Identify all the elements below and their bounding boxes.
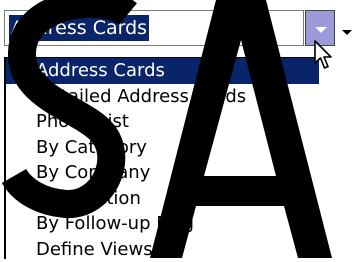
view-combobox[interactable]: Address Cards <box>4 10 357 46</box>
chevron-down-icon <box>315 27 327 33</box>
views-dropdown-list[interactable]: Address Cards Detailed Address Cards Pho… <box>4 57 319 259</box>
list-item-by-category[interactable]: By Category <box>6 135 319 161</box>
view-combobox-field[interactable]: Address Cards <box>4 10 304 46</box>
list-item-phone-list[interactable]: Phone List <box>6 109 319 135</box>
list-item-detailed-address-cards[interactable]: Detailed Address Cards <box>6 84 319 110</box>
list-item-define-views[interactable]: Define Views... <box>6 237 319 262</box>
list-item-by-follow-up-flag[interactable]: By Follow-up Flag <box>6 211 319 237</box>
list-item-by-location[interactable]: By Location <box>6 186 319 212</box>
list-item-address-cards[interactable]: Address Cards <box>6 58 319 84</box>
list-item-by-company[interactable]: By Company <box>6 160 319 186</box>
mouse-pointer-icon <box>313 40 337 70</box>
toolbar-dropdown-arrow-icon[interactable] <box>342 30 352 35</box>
combobox-selected-value: Address Cards <box>9 15 149 41</box>
